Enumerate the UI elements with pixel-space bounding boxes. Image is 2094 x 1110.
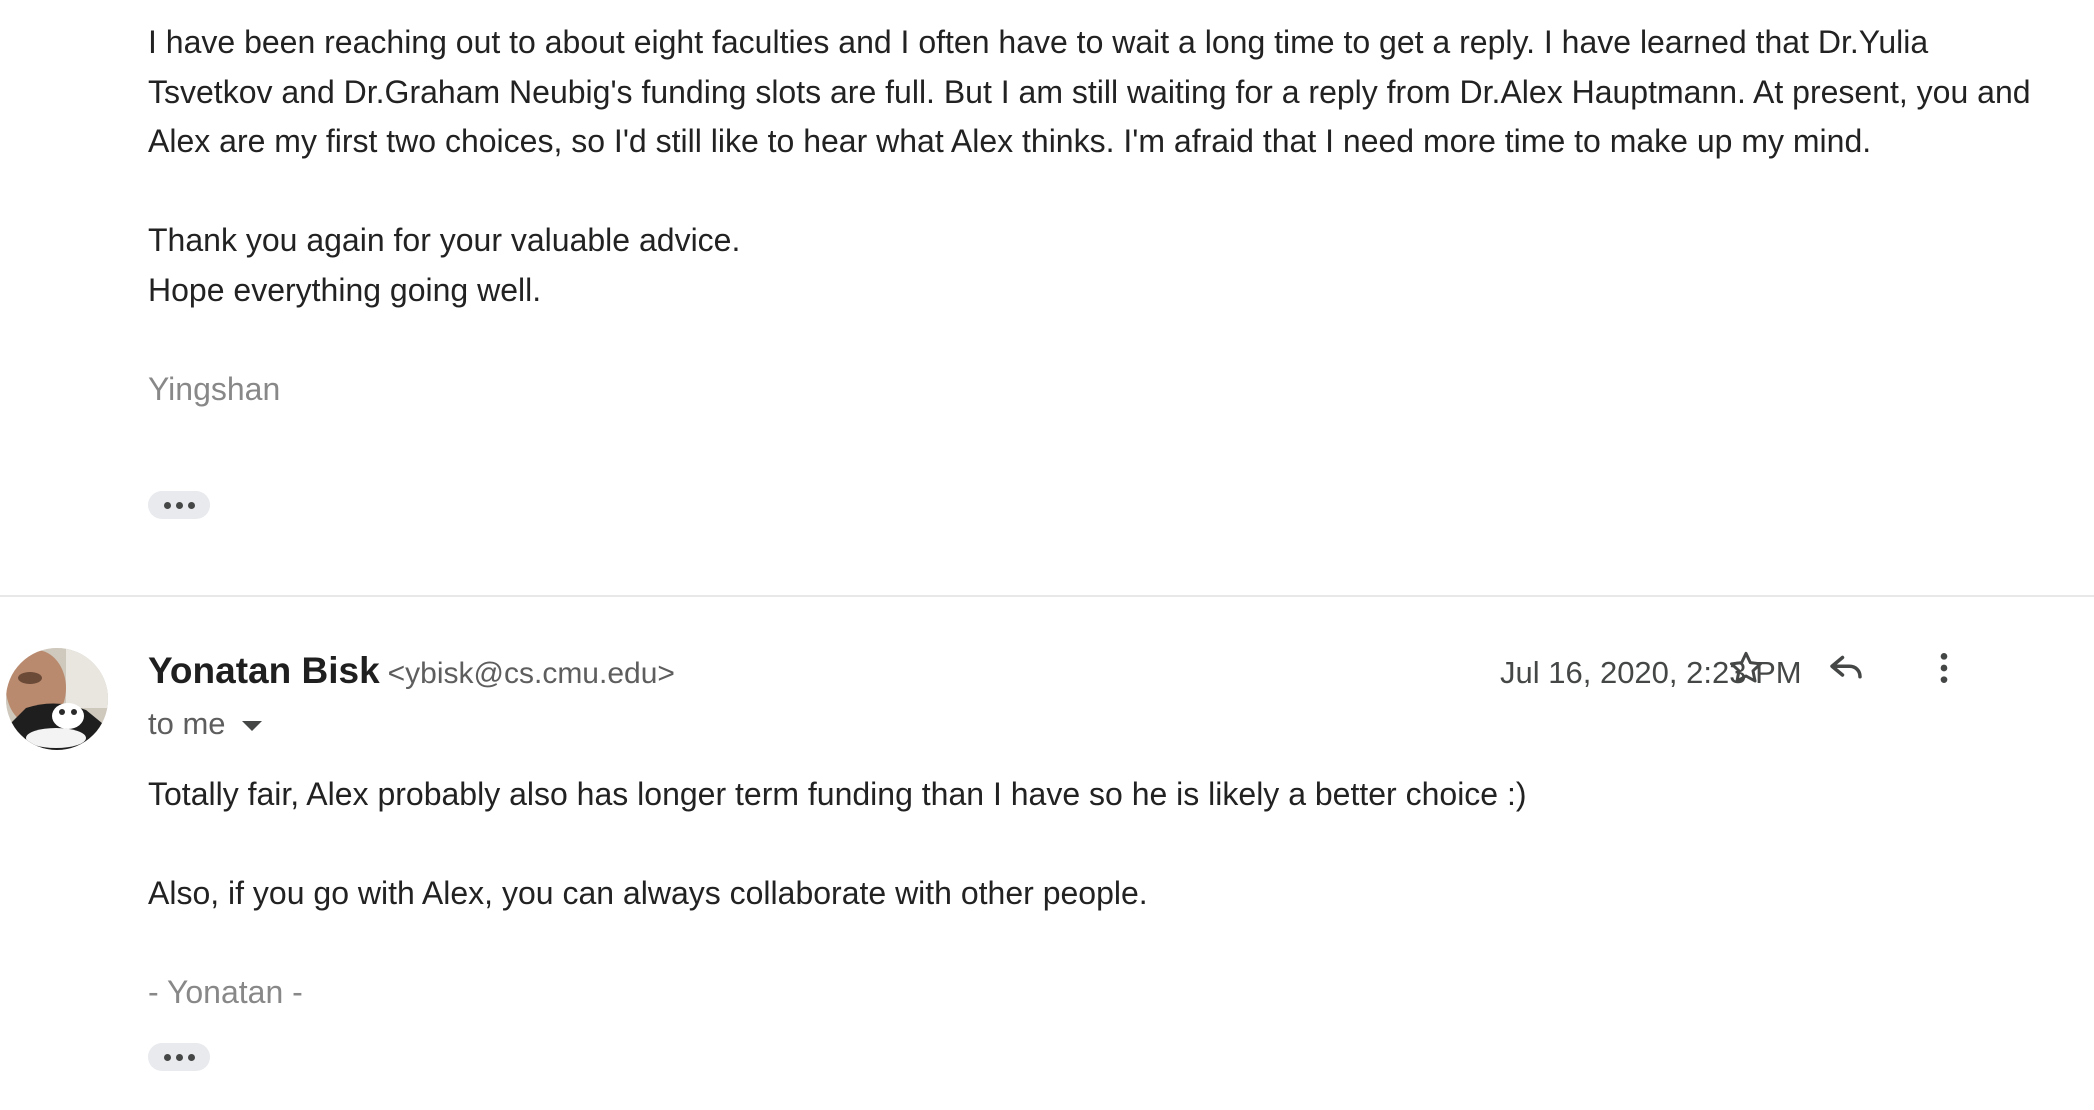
paragraph-thanks: Thank you again for your valuable advice… xyxy=(148,216,2094,315)
paragraph-reaching-out: I have been reaching out to about eight … xyxy=(148,18,2094,167)
email-thread: I have been reaching out to about eight … xyxy=(0,0,2094,1110)
star-button[interactable] xyxy=(1716,638,1776,698)
more-horiz-icon-dot xyxy=(187,501,195,509)
previous-message-body: I have been reaching out to about eight … xyxy=(148,18,2094,414)
body-line: Also, if you go with Alex, you can alway… xyxy=(148,875,1148,911)
message-body: Totally fair, Alex probably also has lon… xyxy=(148,770,2094,1018)
sender-line: Yonatan Bisk <ybisk@cs.cmu.edu> xyxy=(148,650,675,692)
more-vert-icon xyxy=(1940,653,1948,683)
more-horiz-icon xyxy=(163,501,171,509)
sender-name[interactable]: Yonatan Bisk xyxy=(148,650,380,692)
more-horiz-icon-dot xyxy=(175,501,183,509)
recipients-toggle[interactable]: to me xyxy=(148,706,262,742)
more-horiz-icon-dot xyxy=(175,1053,183,1061)
show-trimmed-content-button[interactable] xyxy=(148,491,210,519)
more-horiz-icon-dot xyxy=(187,1053,195,1061)
more-horiz-icon xyxy=(163,1053,171,1061)
recipients-label: to me xyxy=(148,706,226,741)
chevron-down-icon[interactable] xyxy=(241,721,262,731)
body-line: Thank you again for your valuable advice… xyxy=(148,222,741,258)
body-line: Totally fair, Alex probably also has lon… xyxy=(148,776,1527,812)
body-line: I have been reaching out to about eight … xyxy=(148,24,1929,60)
body-line: Alex are my first two choices, so I'd st… xyxy=(148,123,1872,159)
sender-email: <ybisk@cs.cmu.edu> xyxy=(387,657,675,690)
signature-yingshan: Yingshan xyxy=(148,370,281,407)
body-line: Hope everything going well. xyxy=(148,271,542,308)
avatar[interactable] xyxy=(6,648,108,750)
body-line: Tsvetkov and Dr.Graham Neubig's funding … xyxy=(148,73,2031,110)
reply-button[interactable] xyxy=(1816,638,1876,698)
reply-icon xyxy=(1830,655,1862,679)
show-trimmed-content-button[interactable] xyxy=(148,1043,210,1071)
star-icon xyxy=(1730,651,1762,683)
avatar-photo xyxy=(6,648,108,750)
more-options-button[interactable] xyxy=(1914,638,1974,698)
message-divider xyxy=(0,595,2094,597)
signature-yonatan: - Yonatan - xyxy=(148,974,303,1010)
